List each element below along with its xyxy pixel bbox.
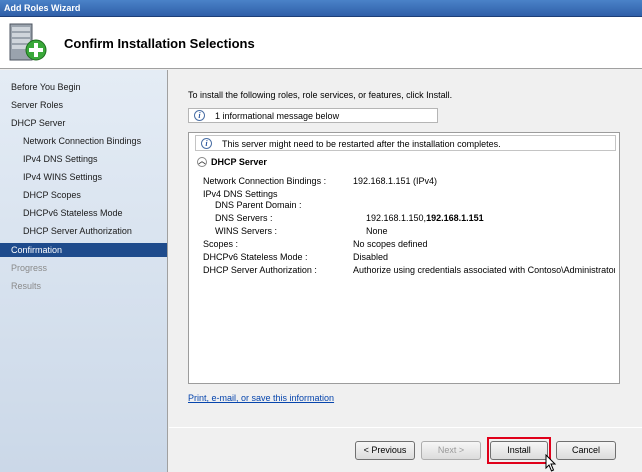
cancel-button[interactable]: Cancel <box>556 441 616 460</box>
dhcpv6-value: Disabled <box>353 252 389 262</box>
dns-server-secondary: 192.168.1.151 <box>426 213 484 223</box>
footer-divider <box>169 427 642 428</box>
window-title: Add Roles Wizard <box>4 3 81 13</box>
nav-item-network-connection-bindings[interactable]: Network Connection Bindings <box>0 134 167 148</box>
nav-item-dhcp-server-authorization[interactable]: DHCP Server Authorization <box>0 224 167 238</box>
print-email-save-link[interactable]: Print, e-mail, or save this information <box>188 393 334 403</box>
wizard-header: Confirm Installation Selections <box>0 17 642 69</box>
ipv4-dns-label: IPv4 DNS Settings <box>203 189 278 199</box>
install-button[interactable]: Install <box>490 441 548 460</box>
nav-item-progress: Progress <box>11 263 48 273</box>
wizard-content: To install the following roles, role ser… <box>169 70 642 472</box>
nav-item-dhcpv6-stateless-mode[interactable]: DHCPv6 Stateless Mode <box>0 206 167 220</box>
intro-text: To install the following roles, role ser… <box>188 90 453 100</box>
dns-server-primary: 192.168.1.150, <box>366 213 427 223</box>
collapse-chevron-icon[interactable]: ︿ <box>197 157 207 167</box>
info-icon: i <box>201 138 212 149</box>
dns-servers-value: 192.168.1.150,192.168.1.151 <box>366 213 484 223</box>
nav-item-confirmation[interactable]: Confirmation <box>0 243 167 257</box>
authorization-label: DHCP Server Authorization : <box>203 265 317 275</box>
restart-notice: i This server might need to be restarted… <box>195 135 616 151</box>
restart-notice-text: This server might need to be restarted a… <box>222 139 501 149</box>
wins-servers-value: None <box>366 226 388 236</box>
scopes-value: No scopes defined <box>353 239 428 249</box>
dhcpv6-label: DHCPv6 Stateless Mode : <box>203 252 308 262</box>
nav-item-dhcp-scopes[interactable]: DHCP Scopes <box>0 188 167 202</box>
next-button[interactable]: Next > <box>421 441 481 460</box>
scopes-label: Scopes : <box>203 239 239 249</box>
authorization-value: Authorize using credentials associated w… <box>353 265 615 275</box>
info-message-text: 1 informational message below <box>215 111 340 121</box>
dns-parent-domain-label: DNS Parent Domain : <box>215 200 302 210</box>
nav-item-server-roles[interactable]: Server Roles <box>0 98 167 112</box>
server-add-icon <box>9 23 47 61</box>
nav-item-ipv4-wins-settings[interactable]: IPv4 WINS Settings <box>0 170 167 184</box>
confirmation-details-panel: i This server might need to be restarted… <box>188 132 620 384</box>
info-icon: i <box>194 110 205 121</box>
nav-item-before-you-begin[interactable]: Before You Begin <box>0 80 167 94</box>
bindings-value: 192.168.1.151 (IPv4) <box>353 176 438 186</box>
bindings-label: Network Connection Bindings : <box>203 176 327 186</box>
nav-item-dhcp-server[interactable]: DHCP Server <box>0 116 167 130</box>
section-title: DHCP Server <box>211 157 267 167</box>
wins-servers-label: WINS Servers : <box>215 226 278 236</box>
wizard-nav-sidebar: Before You Begin Server Roles DHCP Serve… <box>0 70 168 472</box>
nav-item-ipv4-dns-settings[interactable]: IPv4 DNS Settings <box>0 152 167 166</box>
mouse-cursor-icon <box>545 454 557 472</box>
previous-button[interactable]: < Previous <box>355 441 415 460</box>
page-title: Confirm Installation Selections <box>64 36 255 51</box>
nav-item-results: Results <box>11 281 42 291</box>
dns-servers-label: DNS Servers : <box>215 213 273 223</box>
info-message-bar: i 1 informational message below <box>188 108 438 123</box>
window-title-bar: Add Roles Wizard <box>0 0 642 17</box>
dhcp-server-section-header[interactable]: ︿ DHCP Server <box>195 155 267 169</box>
